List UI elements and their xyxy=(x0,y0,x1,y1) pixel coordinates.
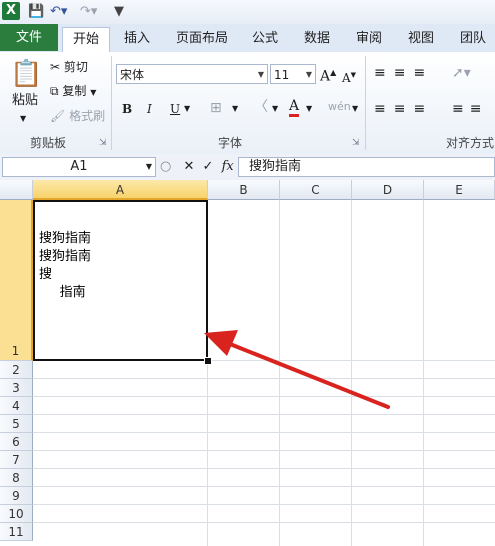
cut-label: 剪切 xyxy=(63,60,88,74)
bold-button[interactable]: B xyxy=(122,100,132,118)
font-name-combo[interactable]: 宋体 ▼ xyxy=(116,64,268,84)
tab-formulas[interactable]: 公式 xyxy=(248,27,282,51)
resize-handle-icon[interactable]: ○ xyxy=(160,159,171,174)
copy-icon: ⧉ xyxy=(50,84,59,98)
redo-icon[interactable]: ↷▾ xyxy=(80,3,97,21)
formula-buttons: ○ ✕ ✓ fx xyxy=(160,157,236,177)
fill-dropdown-icon[interactable]: ▼ xyxy=(272,100,278,118)
font-size-combo[interactable]: 11 ▼ xyxy=(270,64,316,84)
tab-home[interactable]: 开始 xyxy=(62,27,110,53)
excel-logo-icon: X xyxy=(2,2,20,20)
tab-page-layout[interactable]: 页面布局 xyxy=(172,27,232,51)
font-color-dropdown-icon[interactable]: ▼ xyxy=(306,100,312,118)
tab-team[interactable]: 团队 xyxy=(456,27,490,51)
ribbon: 📋 粘贴 ▼ ✂ 剪切 ⧉ 复制 ▼ 🖌 格式刷 剪贴板 ⇲ 宋体 ▼ 11 ▼… xyxy=(0,52,495,155)
cut-button[interactable]: ✂ 剪切 xyxy=(50,58,88,76)
phonetic-guide-icon[interactable]: wén xyxy=(328,98,351,116)
font-size-value: 11 xyxy=(274,68,290,82)
borders-icon[interactable]: ⊞ xyxy=(210,99,222,117)
indent-icons[interactable]: ≡≡ xyxy=(452,100,487,118)
clipboard-launcher-icon[interactable]: ⇲ xyxy=(99,138,107,148)
annotation-arrow-icon xyxy=(204,330,390,409)
copy-dropdown-icon: ▼ xyxy=(90,88,97,97)
font-name-value: 宋体 xyxy=(120,68,145,82)
save-icon[interactable]: 💾 xyxy=(28,3,44,21)
font-launcher-icon[interactable]: ⇲ xyxy=(352,138,360,148)
grow-font-icon[interactable]: A▲ xyxy=(320,64,336,86)
customize-toolbar-icon[interactable]: ▼ xyxy=(114,3,124,21)
ribbon-tabs: 文件 开始 插入 页面布局 公式 数据 审阅 视图 团队 xyxy=(0,24,495,53)
underline-dropdown-icon[interactable]: ▼ xyxy=(184,100,190,118)
formula-bar: A1 ▼ ○ ✕ ✓ fx 搜狗指南 xyxy=(0,154,495,181)
scissors-icon: ✂ xyxy=(50,60,61,74)
worksheet-grid: A B C D E 1 2 3 4 5 6 7 8 9 10 11 搜狗指南 搜… xyxy=(0,180,495,546)
quick-access-toolbar: X 💾 ↶▾ ↷▾ ▼ xyxy=(0,0,495,24)
underline-button[interactable]: U xyxy=(170,100,180,118)
group-divider xyxy=(365,56,366,150)
chevron-down-icon: ▼ xyxy=(257,70,264,79)
vertical-align-icons[interactable]: ≡≡≡ xyxy=(374,64,433,82)
name-box-value: A1 xyxy=(70,159,88,174)
font-color-button[interactable]: A xyxy=(289,98,300,117)
name-box[interactable]: A1 ▼ xyxy=(2,157,156,177)
format-painter-button[interactable]: 🖌 格式刷 xyxy=(50,107,105,125)
borders-dropdown-icon[interactable]: ▼ xyxy=(232,100,238,118)
copy-label: 复制 xyxy=(62,84,87,98)
phonetic-dropdown-icon[interactable]: ▼ xyxy=(352,100,358,118)
cancel-icon[interactable]: ✕ xyxy=(183,159,194,174)
paste-icon[interactable]: 📋 xyxy=(10,56,42,92)
font-group-label: 字体 xyxy=(217,136,242,150)
shrink-font-icon[interactable]: A▼ xyxy=(342,66,356,87)
group-divider xyxy=(111,56,112,150)
paste-button[interactable]: 粘贴 xyxy=(12,92,38,110)
formula-input[interactable]: 搜狗指南 xyxy=(238,157,495,177)
brush-icon: 🖌 xyxy=(50,109,66,123)
tab-data[interactable]: 数据 xyxy=(300,27,334,51)
enter-check-icon[interactable]: ✓ xyxy=(203,159,214,174)
orientation-icon[interactable]: ➚▾ xyxy=(452,64,471,82)
chevron-down-icon: ▼ xyxy=(145,162,152,171)
tab-insert[interactable]: 插入 xyxy=(120,27,154,51)
chevron-down-icon: ▼ xyxy=(305,70,312,79)
italic-button[interactable]: I xyxy=(147,100,152,118)
tab-review[interactable]: 审阅 xyxy=(352,27,386,51)
insert-function-icon[interactable]: fx xyxy=(222,159,234,174)
alignment-group-label: 对齐方式 xyxy=(446,136,495,150)
copy-button[interactable]: ⧉ 复制 ▼ xyxy=(50,82,96,102)
tab-view[interactable]: 视图 xyxy=(404,27,438,51)
format-painter-label: 格式刷 xyxy=(69,109,106,123)
paste-dropdown-icon[interactable]: ▼ xyxy=(20,110,26,128)
fill-color-icon[interactable]: 〈 xyxy=(254,98,268,116)
clipboard-group-label: 剪贴板 xyxy=(29,136,66,150)
tab-file[interactable]: 文件 xyxy=(0,24,58,51)
undo-icon[interactable]: ↶▾ xyxy=(50,3,67,21)
horizontal-align-icons[interactable]: ≡≡≡ xyxy=(374,100,433,118)
